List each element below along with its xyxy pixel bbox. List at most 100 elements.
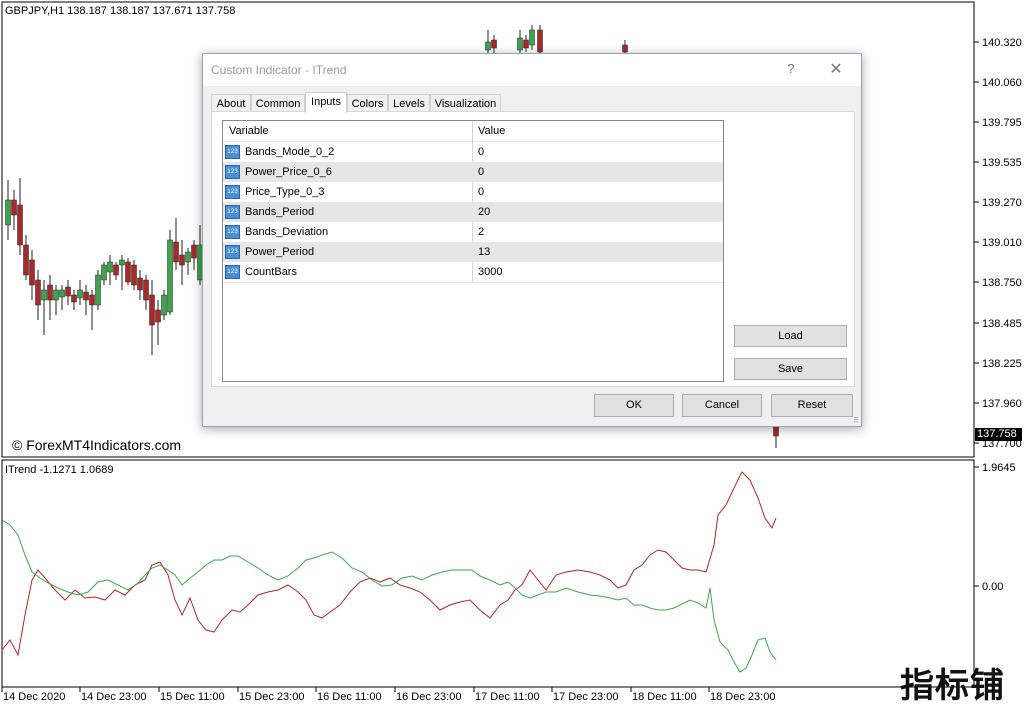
- candle-body: [23, 244, 29, 276]
- candle-body: [622, 44, 628, 53]
- time-label: 14 Dec 23:00: [81, 691, 146, 703]
- candle-body: [137, 277, 143, 291]
- price-label: 139.010: [982, 237, 1022, 249]
- candle-body: [89, 294, 95, 306]
- candle-body: [29, 259, 35, 286]
- watermark: 指标铺: [900, 667, 1005, 705]
- param-value[interactable]: 0: [478, 186, 484, 198]
- price-label: 137.960: [982, 398, 1022, 410]
- candle-body: [529, 29, 535, 46]
- param-row-power-period[interactable]: 123 Power_Period 13: [223, 242, 723, 262]
- column-variable[interactable]: Variable: [229, 125, 269, 137]
- close-button[interactable]: ✕: [827, 59, 845, 79]
- resize-grip-icon[interactable]: ⠿: [853, 416, 859, 425]
- tab-common[interactable]: Common: [251, 94, 305, 112]
- param-value[interactable]: 0: [478, 166, 484, 178]
- candle-body: [485, 41, 491, 51]
- dialog-titlebar[interactable]: Custom Indicator - ITrend ? ✕: [203, 54, 861, 86]
- column-value[interactable]: Value: [478, 125, 505, 137]
- candle-body: [523, 39, 529, 49]
- candle-body: [179, 254, 185, 266]
- param-name: Bands_Mode_0_2: [245, 146, 335, 158]
- param-name: Power_Price_0_6: [245, 166, 332, 178]
- candle-body: [143, 279, 149, 301]
- candle-body: [107, 261, 113, 273]
- param-name: Bands_Period: [245, 206, 315, 218]
- candle-body: [173, 241, 179, 263]
- param-row-power-price[interactable]: 123 Power_Price_0_6 0: [223, 162, 723, 182]
- dialog-title: Custom Indicator - ITrend: [211, 63, 347, 77]
- number-icon: 123: [225, 145, 240, 159]
- tab-colors[interactable]: Colors: [347, 94, 388, 112]
- candle-body: [155, 309, 161, 323]
- tab-inputs[interactable]: Inputs: [305, 92, 347, 113]
- inputs-panel: Variable Value 123 Bands_Mode_0_2 0 123 …: [211, 111, 855, 387]
- load-button[interactable]: Load: [734, 325, 847, 347]
- time-label: 15 Dec 23:00: [239, 691, 304, 703]
- param-value[interactable]: 13: [478, 246, 490, 258]
- candle-body: [47, 284, 53, 301]
- param-name: Bands_Deviation: [245, 226, 329, 238]
- candle-body: [149, 294, 155, 326]
- param-row-bands-deviation[interactable]: 123 Bands_Deviation 2: [223, 222, 723, 242]
- param-row-bands-period[interactable]: 123 Bands_Period 20: [223, 202, 723, 222]
- price-label: 140.320: [982, 37, 1022, 49]
- tab-about[interactable]: About: [211, 94, 251, 112]
- custom-indicator-dialog: Custom Indicator - ITrend ? ✕ About Comm…: [202, 53, 862, 427]
- param-row-bands-mode[interactable]: 123 Bands_Mode_0_2 0: [223, 142, 723, 162]
- time-label: 16 Dec 23:00: [396, 691, 461, 703]
- number-icon: 123: [225, 205, 240, 219]
- indicator-label: ITrend -1.1271 1.0689: [5, 464, 114, 476]
- time-label: 18 Dec 11:00: [632, 691, 697, 703]
- time-label: 18 Dec 23:00: [710, 691, 775, 703]
- reset-button[interactable]: Reset: [771, 394, 853, 417]
- candle-body: [11, 199, 17, 216]
- cancel-button[interactable]: Cancel: [682, 394, 762, 417]
- price-label: 138.225: [982, 358, 1022, 370]
- time-label: 16 Dec 11:00: [317, 691, 382, 703]
- candle-body: [131, 264, 137, 286]
- candle-body: [35, 279, 41, 306]
- candle-body: [95, 274, 101, 306]
- tab-levels[interactable]: Levels: [388, 94, 430, 112]
- time-axis: 14 Dec 2020 14 Dec 23:00 15 Dec 11:00 15 De…: [1, 687, 775, 703]
- param-value[interactable]: 2: [478, 226, 484, 238]
- candle-body: [491, 39, 497, 49]
- candle-body: [77, 289, 83, 299]
- candle-body: [185, 251, 191, 263]
- time-label: 17 Dec 23:00: [553, 691, 618, 703]
- param-row-price-type[interactable]: 123 Price_Type_0_3 0: [223, 182, 723, 202]
- candle-body: [71, 294, 77, 303]
- candle-body: [113, 264, 119, 276]
- param-value[interactable]: 3000: [478, 266, 502, 278]
- price-label: 140.060: [982, 77, 1022, 89]
- candle-body: [167, 239, 173, 313]
- chart-title: GBPJPY,H1 138.187 138.187 137.671 137.75…: [5, 5, 236, 17]
- save-button[interactable]: Save: [734, 358, 847, 380]
- time-label: 14 Dec 2020: [3, 691, 65, 703]
- candle-body: [53, 289, 59, 301]
- ok-button[interactable]: OK: [594, 394, 674, 417]
- inputs-grid[interactable]: Variable Value 123 Bands_Mode_0_2 0 123 …: [222, 120, 724, 382]
- candle-body: [5, 199, 11, 226]
- close-icon: ✕: [829, 61, 843, 78]
- copyright-text: © ForexMT4Indicators.com: [12, 437, 182, 453]
- tab-visualization[interactable]: Visualization: [430, 94, 501, 112]
- indicator-axis-label: 1.9645: [982, 462, 1016, 474]
- param-name: Power_Period: [245, 246, 315, 258]
- candle-body: [161, 294, 167, 316]
- help-button[interactable]: ?: [783, 61, 799, 76]
- param-value[interactable]: 20: [478, 206, 490, 218]
- param-row-countbars[interactable]: 123 CountBars 3000: [223, 262, 723, 283]
- indicator-axis-label: 0.00: [982, 581, 1003, 593]
- param-value[interactable]: 0: [478, 146, 484, 158]
- candle-body: [119, 259, 125, 266]
- param-name: Price_Type_0_3: [245, 186, 325, 198]
- candle-body: [101, 264, 107, 281]
- number-icon: 123: [225, 225, 240, 239]
- time-label: 17 Dec 11:00: [475, 691, 540, 703]
- candle-body: [125, 261, 131, 283]
- price-label: 138.750: [982, 277, 1022, 289]
- current-price-label: 137.758: [975, 428, 1022, 441]
- candle-body: [537, 29, 543, 53]
